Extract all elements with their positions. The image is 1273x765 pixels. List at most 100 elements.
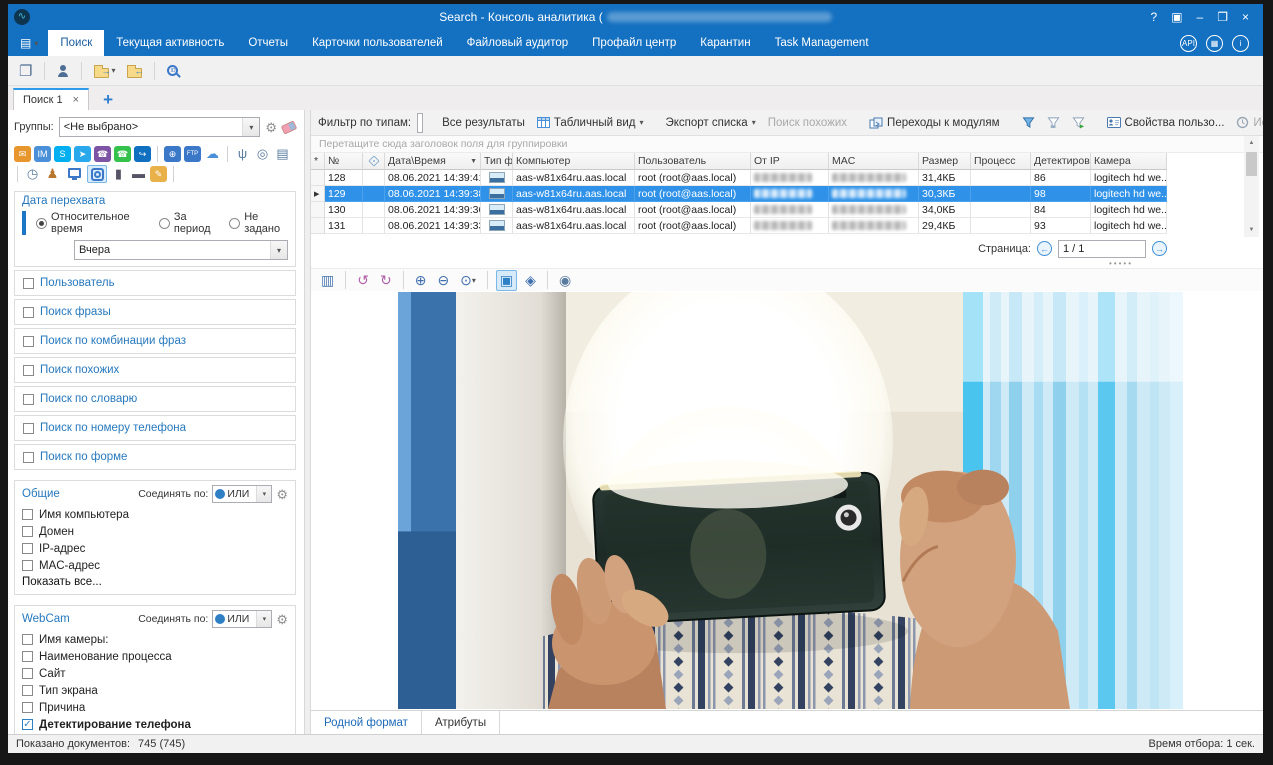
user-search-button[interactable] (54, 63, 72, 79)
checkbox[interactable]: ✓ (22, 719, 33, 730)
column-header-mac[interactable]: MAC (829, 153, 919, 170)
checkbox[interactable] (22, 651, 33, 662)
cell-process[interactable] (971, 202, 1031, 218)
cell-num[interactable]: 128 (325, 170, 363, 186)
table-row[interactable]: ▶12908.06.2021 14:39:38aas-w81x64ru.aas.… (311, 186, 1167, 202)
cell-size[interactable]: 30,3КБ (919, 186, 971, 202)
page-input[interactable] (1058, 240, 1146, 258)
cell-ip[interactable] (751, 186, 829, 202)
cell-user[interactable]: root (root@aas.local) (635, 170, 751, 186)
menu-tab-файловый-аудитор[interactable]: Файловый аудитор (455, 30, 581, 56)
filter-export-icon[interactable] (1069, 114, 1088, 131)
close-icon[interactable]: × (1242, 10, 1249, 24)
usb-icon[interactable]: ψ (234, 146, 251, 162)
webcam-item-имя-камеры[interactable]: Имя камеры: (22, 631, 288, 648)
show-all-link[interactable]: Показать все... (22, 576, 288, 588)
device-search-icon[interactable]: ◎ (254, 146, 271, 162)
cell-size[interactable]: 34,0КБ (919, 202, 971, 218)
lync-icon[interactable]: ↪ (134, 146, 151, 162)
chat-history-button[interactable]: История переписки (1233, 114, 1263, 131)
cell-process[interactable] (971, 218, 1031, 234)
column-header-процесс[interactable]: Процесс (971, 153, 1031, 170)
checkbox[interactable] (23, 278, 34, 289)
table-row[interactable]: 13008.06.2021 14:39:36aas-w81x64ru.aas.l… (311, 202, 1167, 218)
cell-computer[interactable]: aas-w81x64ru.aas.local (513, 218, 635, 234)
cell-ip[interactable] (751, 202, 829, 218)
webcam-item-сайт[interactable]: Сайт (22, 665, 288, 682)
table-scrollbar[interactable]: ▲ ▼ (1244, 136, 1259, 237)
checkbox[interactable] (22, 526, 33, 537)
checkbox[interactable] (22, 702, 33, 713)
gear-icon[interactable]: ⚙ (276, 613, 288, 626)
radio-относительное-время[interactable]: Относительное время (36, 211, 147, 235)
cell-type[interactable] (481, 202, 513, 218)
id-search-button[interactable]: ID (164, 63, 181, 78)
cell-mac[interactable] (829, 186, 919, 202)
relative-date-combo[interactable]: Вчера ▾ (74, 240, 288, 260)
radio-icon[interactable] (36, 218, 47, 229)
column-header-tag[interactable] (363, 153, 385, 170)
cell-detected[interactable]: 86 (1031, 170, 1091, 186)
panel-поиск-по-комбинации-фраз[interactable]: Поиск по комбинации фраз (14, 328, 296, 354)
cell-user[interactable]: root (root@aas.local) (635, 202, 751, 218)
radio-за-период[interactable]: За период (159, 211, 217, 235)
horizontal-splitter[interactable]: ••••• (311, 260, 1263, 268)
cell-camera[interactable]: logitech hd we... (1091, 202, 1167, 218)
add-tab-button[interactable]: + (103, 90, 113, 110)
whatsapp-icon[interactable]: ☎ (114, 146, 131, 162)
zoom-out-icon[interactable]: ⊖ (434, 271, 452, 290)
slideshow-icon[interactable]: ◈ (522, 271, 539, 290)
cell-num[interactable]: 129 (325, 186, 363, 202)
audio-record-icon[interactable]: ▬ (130, 166, 147, 182)
filter-clear-icon[interactable] (1044, 114, 1063, 131)
join-combo[interactable]: ИЛИ ▾ (212, 610, 272, 628)
checkbox[interactable] (23, 452, 34, 463)
common-item-домен[interactable]: Домен (22, 523, 288, 540)
user-properties-button[interactable]: Свойства пользо... (1104, 115, 1228, 131)
rotate-right-icon[interactable]: ↻ (377, 271, 395, 290)
cell-size[interactable]: 29,4КБ (919, 218, 971, 234)
windows-button[interactable]: ❐ (16, 60, 35, 82)
checkbox[interactable] (23, 394, 34, 405)
radio-icon[interactable] (159, 218, 170, 229)
viewer-tab-атрибуты[interactable]: Атрибуты (422, 711, 500, 734)
cell-mk[interactable] (311, 218, 325, 234)
webcam-item-детектирование-телефона[interactable]: ✓Детектирование телефона (22, 716, 288, 733)
menu-tab-карантин[interactable]: Карантин (688, 30, 762, 56)
go-to-modules-button[interactable]: Переходы к модулям (866, 115, 1002, 131)
all-results-button[interactable]: Все результаты (439, 115, 528, 131)
common-item-имя-компьютера[interactable]: Имя компьютера (22, 506, 288, 523)
checkbox[interactable] (23, 365, 34, 376)
cell-computer[interactable]: aas-w81x64ru.aas.local (513, 202, 635, 218)
cell-num[interactable]: 131 (325, 218, 363, 234)
common-item-ip-адрес[interactable]: IP-адрес (22, 540, 288, 557)
export-search-button[interactable]: →▾ (91, 62, 118, 80)
time-tracking-icon[interactable]: ◷ (24, 166, 41, 182)
file-operations-icon[interactable]: ✎ (150, 166, 167, 182)
prev-page-button[interactable]: ← (1037, 241, 1052, 256)
webcam-item-наименование-процесса[interactable]: Наименование процесса (22, 648, 288, 665)
join-combo[interactable]: ИЛИ ▾ (212, 485, 272, 503)
checkbox[interactable] (23, 423, 34, 434)
menu-tab-отчеты[interactable]: Отчеты (236, 30, 300, 56)
cell-type[interactable] (481, 170, 513, 186)
webcam-item-тип-экрана[interactable]: Тип экрана (22, 682, 288, 699)
cell-user[interactable]: root (root@aas.local) (635, 218, 751, 234)
column-header-размер[interactable]: Размер (919, 153, 971, 170)
monitor-icon[interactable] (64, 165, 84, 183)
cell-computer[interactable]: aas-w81x64ru.aas.local (513, 170, 635, 186)
titlebar[interactable]: ∿ Search - Консоль аналитика ( ? ▣ – ❐ × (8, 4, 1263, 30)
cell-tag[interactable] (363, 186, 385, 202)
webcam-icon[interactable] (87, 165, 107, 183)
cell-datetime[interactable]: 08.06.2021 14:39:41 (385, 170, 481, 186)
viewer-tab-родной-формат[interactable]: Родной формат (311, 711, 422, 734)
panel-поиск-похожих[interactable]: Поиск похожих (14, 357, 296, 383)
app-menu-button[interactable]: ▤ ▾ (8, 30, 48, 56)
cell-camera[interactable]: logitech hd we... (1091, 218, 1167, 234)
eye-icon[interactable]: ◉ (556, 271, 574, 290)
column-header-камера[interactable]: Камера (1091, 153, 1167, 170)
next-page-button[interactable]: → (1152, 241, 1167, 256)
telegram-icon[interactable]: ➤ (74, 146, 91, 162)
restore-icon[interactable]: ❐ (1217, 10, 1228, 24)
panel-пользователь[interactable]: Пользователь (14, 270, 296, 296)
